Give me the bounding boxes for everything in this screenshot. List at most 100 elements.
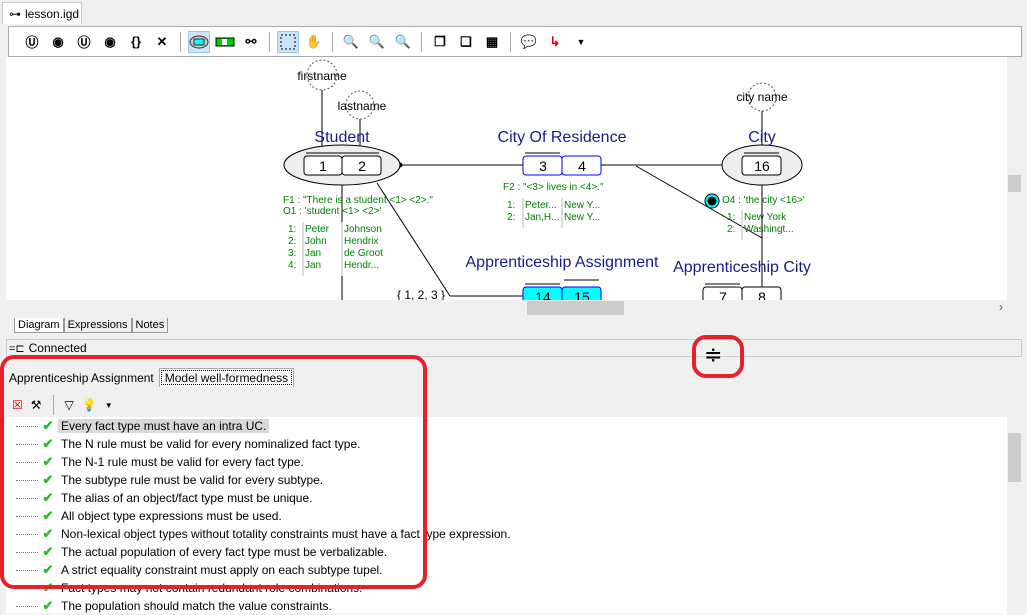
group-icon[interactable]: ▦ (481, 31, 503, 53)
role-label: 14 (535, 289, 551, 300)
population-cell: Jan (305, 248, 321, 259)
tree-line (16, 497, 38, 499)
external-uniqueness-button[interactable]: Ⓤ (73, 31, 95, 53)
tree-line (16, 443, 38, 445)
splitter-handle[interactable] (0, 358, 1027, 364)
tree-line (16, 533, 38, 535)
panel-tabs: Apprenticeship Assignment Model well-for… (4, 368, 295, 387)
run-check-icon[interactable]: ⚒ (31, 398, 42, 412)
object-type-button[interactable] (188, 30, 210, 53)
check-icon: ✔ (42, 598, 54, 613)
rule-text: The population should match the value co… (61, 599, 332, 613)
zoom-fit-icon[interactable]: 🔍 (366, 31, 388, 53)
value-type-firstname[interactable]: firstname (297, 69, 347, 83)
clear-results-icon[interactable]: ☒ (12, 398, 23, 412)
population-cell: New Y... (564, 200, 600, 211)
zoom-in-icon[interactable]: 🔍 (340, 31, 362, 53)
value-constraint[interactable]: { 1, 2, 3 } (397, 288, 445, 300)
role-label: 7 (719, 289, 727, 300)
check-icon: ✔ (42, 472, 54, 487)
connector-icon[interactable]: ↳ (544, 31, 566, 53)
dropdown-arrow-icon[interactable]: ▼ (105, 401, 113, 410)
check-icon: ✔ (42, 508, 54, 523)
check-icon: ✔ (42, 580, 54, 595)
rule-item[interactable]: ✔ Every fact type must have an intra UC. (6, 417, 270, 435)
comment-icon[interactable]: 💬 (518, 31, 540, 53)
select-button[interactable] (277, 30, 299, 53)
city-of-residence-title: City Of Residence (498, 129, 627, 146)
subtype-link-button[interactable]: ⚯ (240, 31, 262, 53)
population-cell: 1: (727, 212, 735, 223)
rule-item[interactable]: ✔ A strict equality constraint must apply… (6, 561, 386, 579)
check-icon: ✔ (42, 562, 54, 577)
rule-item[interactable]: ✔ The N-1 rule must be valid for every fa… (6, 453, 307, 471)
document-tab[interactable]: ⊶ lesson.igd (2, 2, 82, 24)
rule-item[interactable]: ✔ The N rule must be valid for every nomi… (6, 435, 363, 453)
population-cell: 2: (727, 224, 735, 235)
dropdown-arrow-icon[interactable]: ▼ (570, 31, 592, 53)
check-icon: ✔ (42, 436, 54, 451)
tree-line (16, 515, 38, 517)
uniqueness-constraint-button[interactable]: Ⓤ (21, 31, 43, 53)
filter-icon[interactable]: ▽ (65, 398, 74, 412)
diagram-horizontal-scrollbar[interactable]: › (6, 300, 1007, 316)
population-cell: Peter (305, 224, 330, 235)
tab-apprenticeship-assignment[interactable]: Apprenticeship Assignment (4, 369, 159, 387)
tab-model-well-formedness[interactable]: Model well-formedness (158, 368, 295, 387)
population-cell: 2: (288, 236, 296, 247)
population-cell: 3: (288, 248, 296, 259)
tab-expressions[interactable]: Expressions (63, 318, 132, 333)
rule-item[interactable]: ✔ The alias of an object/fact type must b… (6, 489, 315, 507)
population-cell: John (305, 236, 327, 247)
tree-line (16, 479, 38, 481)
apprenticeship-assignment-title: Apprenticeship Assignment (466, 254, 660, 271)
population-cell: Washingt... (744, 224, 794, 235)
role-label: 1 (319, 158, 327, 174)
role-label: 4 (578, 158, 586, 174)
value-type-city-name[interactable]: city name (736, 90, 788, 104)
external-identifier-button[interactable]: ◉ (99, 31, 121, 53)
check-icon: ✔ (42, 544, 54, 559)
exclusion-constraint-button[interactable]: ✕ (151, 31, 173, 53)
rule-item[interactable]: ✔ All object type expressions must be use… (6, 507, 285, 525)
rule-item[interactable]: ✔ Fact types may not contain redundant ro… (6, 579, 366, 597)
population-cell: Hendrix (344, 236, 378, 247)
tab-diagram[interactable]: Diagram (14, 318, 64, 333)
population-cell: Jan (305, 260, 321, 271)
o1-expression: O1 : 'student <1> <2>' (283, 206, 381, 217)
rule-item[interactable]: ✔ The subtype rule must be valid for ever… (6, 471, 326, 489)
o4-expression: O4 : 'the city <16>' (722, 195, 805, 206)
diagram-view-tabs: Diagram Expressions Notes (14, 318, 169, 333)
tree-line (16, 569, 38, 571)
population-cell: 1: (288, 224, 296, 235)
value-type-lastname[interactable]: lastname (338, 99, 387, 113)
tree-line (16, 461, 38, 463)
send-back-icon[interactable]: ❏ (455, 31, 477, 53)
apprenticeship-city-title: Apprenticeship City (673, 259, 811, 276)
tab-notes[interactable]: Notes (131, 318, 169, 333)
city-title: City (748, 129, 776, 146)
population-cell: de Groot (344, 248, 383, 259)
preferred-identifier-button[interactable]: ◉ (47, 31, 69, 53)
panel-toolbar: ☒ ⚒ ▽ 💡 ▼ (6, 393, 1022, 417)
key-icon: ⊶ (9, 6, 21, 21)
tree-line (16, 425, 38, 427)
diagram-canvas[interactable]: firstname lastname city name Student Cit… (6, 57, 1007, 300)
rule-text: The N-1 rule must be valid for every fac… (61, 455, 304, 469)
zoom-out-icon[interactable]: 🔍 (392, 31, 414, 53)
diagram-vertical-scrollbar[interactable] (1007, 57, 1022, 300)
rule-text: The actual population of every fact type… (61, 545, 388, 559)
status-bar: =⊏ Connected (6, 339, 1022, 357)
lightbulb-icon[interactable]: 💡 (82, 398, 97, 412)
fact-type-button[interactable] (214, 31, 236, 53)
rule-text: The subtype rule must be valid for every… (61, 473, 324, 487)
population-cell: New Y... (564, 212, 600, 223)
rules-vertical-scrollbar[interactable] (1007, 417, 1022, 614)
rule-item[interactable]: ✔ The actual population of every fact typ… (6, 543, 390, 561)
pan-hand-icon[interactable]: ✋ (303, 31, 325, 53)
rule-item[interactable]: ✔ Non-lexical object types without totali… (6, 525, 514, 543)
population-cell: Jan,H... (525, 212, 559, 223)
bring-front-icon[interactable]: ❐ (429, 31, 451, 53)
value-constraint-button[interactable]: {} (125, 31, 147, 53)
rule-item[interactable]: ✔ The population should match the value c… (6, 597, 335, 615)
